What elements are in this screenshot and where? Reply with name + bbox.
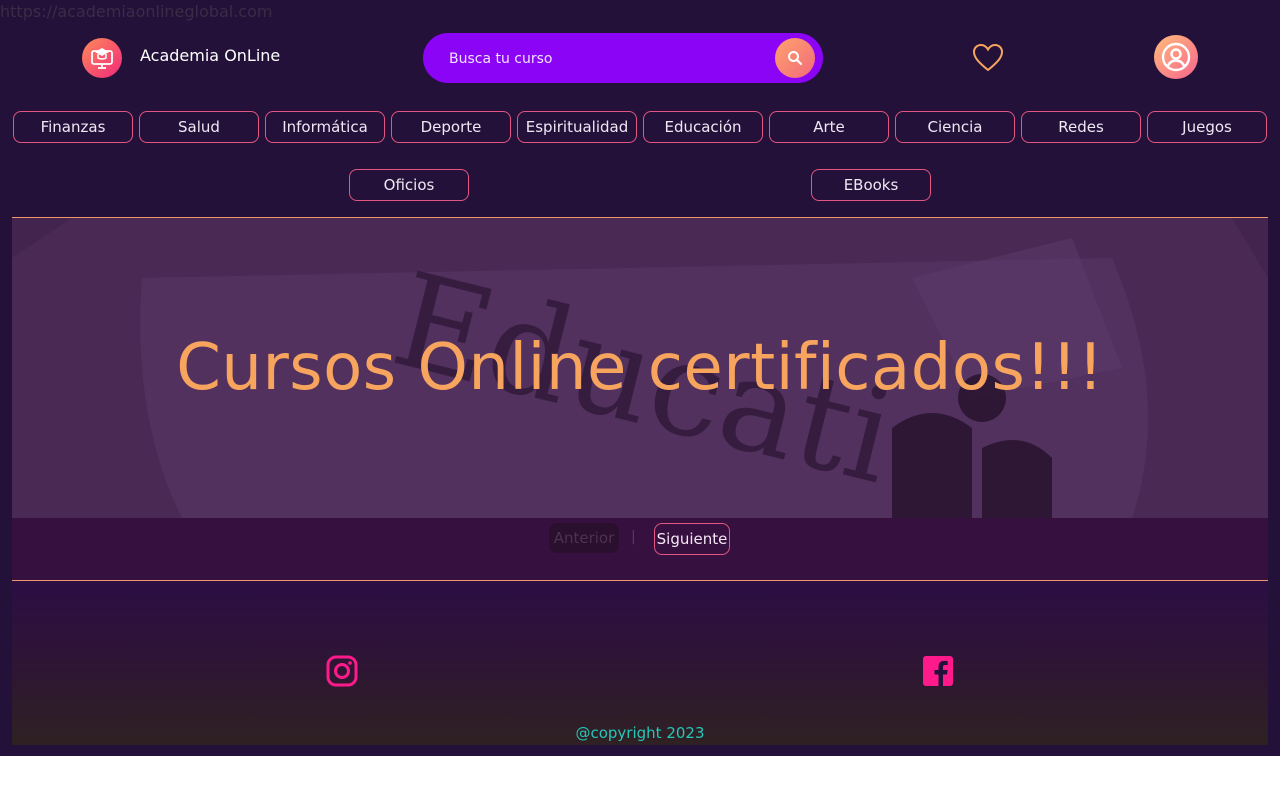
facebook-icon [923,656,953,686]
facebook-link[interactable] [922,655,954,687]
category-finanzas[interactable]: Finanzas [13,111,133,143]
category-espiritualidad[interactable]: Espiritualidad [517,111,637,143]
category-informatica[interactable]: Informática [265,111,385,143]
hero-banner: Educati Cursos Online certificados!!! [12,218,1268,518]
category-educacion[interactable]: Educación [643,111,763,143]
brand-name[interactable]: Academia OnLine [140,46,280,65]
instagram-link[interactable] [326,655,358,687]
previous-button[interactable]: Anterior [549,523,619,553]
next-button[interactable]: Siguiente [654,523,730,555]
instagram-icon [326,655,358,687]
url-text: https://academiaonlineglobal.com [0,2,273,21]
heart-icon [972,43,1004,72]
favorites-button[interactable] [970,40,1006,76]
search-button[interactable] [775,38,815,78]
search-icon [788,51,803,66]
account-button[interactable] [1154,35,1198,79]
user-circle-icon [1161,42,1191,72]
category-salud[interactable]: Salud [139,111,259,143]
copyright-text: @copyright 2023 [575,724,705,742]
footer [12,581,1268,745]
search-bar [423,33,823,83]
category-oficios[interactable]: Oficios [349,169,469,201]
pager-separator: | [631,529,636,545]
category-ebooks[interactable]: EBooks [811,169,931,201]
category-deporte[interactable]: Deporte [391,111,511,143]
category-juegos[interactable]: Juegos [1147,111,1267,143]
hero-title: Cursos Online certificados!!! [176,331,1104,405]
category-ciencia[interactable]: Ciencia [895,111,1015,143]
graduation-cap-monitor-icon[interactable] [82,38,122,78]
category-arte[interactable]: Arte [769,111,889,143]
page: https://academiaonlineglobal.com Academi… [0,0,1280,756]
category-redes[interactable]: Redes [1021,111,1141,143]
pager-area [12,518,1268,580]
search-input[interactable] [447,45,771,73]
